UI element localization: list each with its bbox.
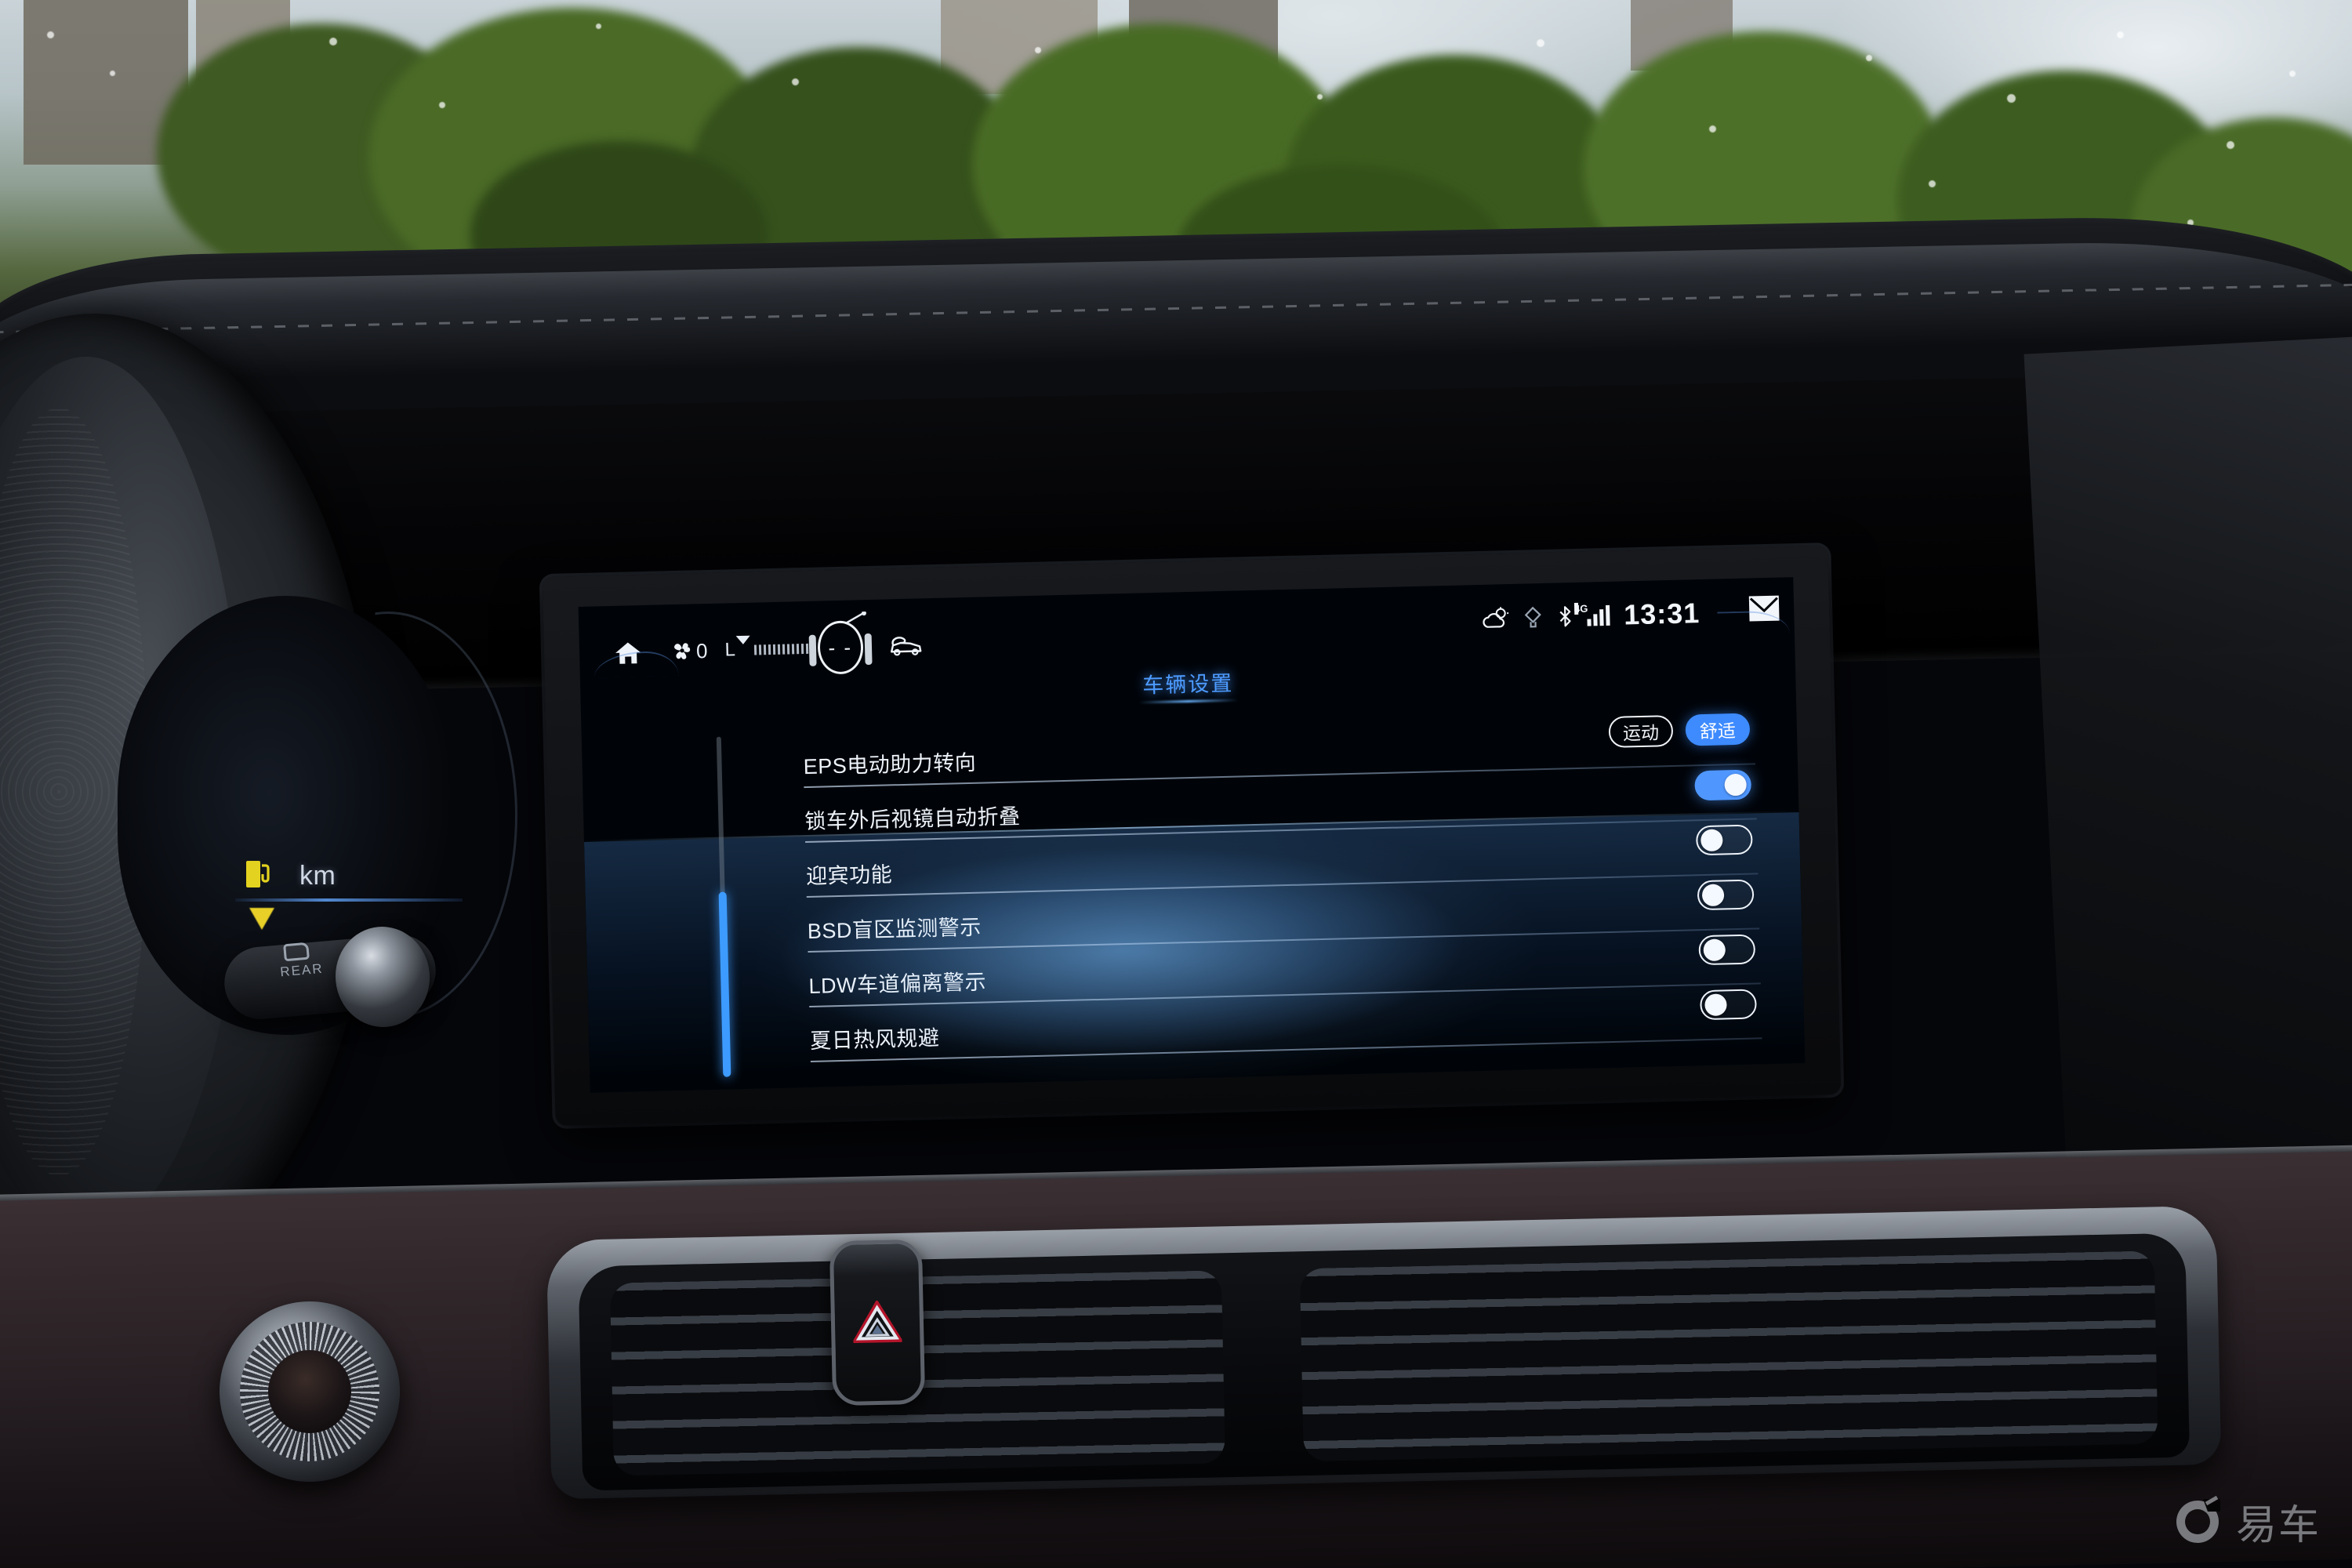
fan-speed-value: 0: [695, 638, 708, 662]
watermark-text: 易车: [2235, 1503, 2321, 1548]
air-recirculation-icon[interactable]: [886, 633, 924, 658]
vent-inner-housing: [578, 1232, 2190, 1491]
cluster-accent-line: [235, 898, 463, 902]
watermark: 易车: [2172, 1492, 2321, 1551]
segment-option-comfort[interactable]: 舒适: [1685, 713, 1751, 746]
mail-icon: [1748, 595, 1780, 622]
setting-toggle[interactable]: [1694, 769, 1752, 801]
toggle-switch[interactable]: [1700, 989, 1757, 1021]
segmented-control[interactable]: 运动 舒适: [1608, 713, 1751, 748]
temperature-ticks[interactable]: [735, 635, 809, 655]
network-type-label: 4G: [1573, 602, 1588, 615]
center-air-vents: [546, 1205, 2222, 1500]
toggle-switch[interactable]: [1698, 934, 1756, 966]
status-icons: 4G 13:31: [1482, 597, 1700, 635]
right-door-trim: [2024, 336, 2352, 1216]
fuel-pump-icon: [246, 861, 270, 887]
toggle-knob: [1700, 829, 1723, 852]
toggle-knob: [1703, 938, 1726, 962]
clock: 13:31: [1623, 597, 1700, 631]
toggle-knob: [1724, 773, 1747, 797]
temperature-dial[interactable]: - -: [817, 612, 866, 675]
page-title-underline: [1138, 699, 1238, 704]
warning-triangle-icon: [249, 908, 274, 930]
vent-slats-right[interactable]: [1299, 1250, 2158, 1462]
car-interior-photo: km REAR 0 L - - 4G 13:31 车辆设置 EPS电动助力转向 …: [0, 0, 2352, 1568]
toggle-switch[interactable]: [1697, 879, 1755, 911]
toggle-switch[interactable]: [1694, 769, 1752, 801]
volume-knob[interactable]: [220, 1301, 400, 1482]
usb-icon: [1524, 606, 1541, 628]
rear-wiper-icon: [283, 942, 310, 962]
row-divider: [810, 1037, 1762, 1062]
segment-option-sport[interactable]: 运动: [1608, 714, 1674, 748]
home-button[interactable]: [597, 630, 658, 677]
setting-toggle[interactable]: [1698, 934, 1756, 966]
settings-list: EPS电动助力转向 运动 舒适 锁车外后视镜自动折叠 迎宾功能 BSD盲区监测警…: [735, 710, 1762, 1064]
list-scrollbar-thumb[interactable]: [718, 891, 731, 1077]
toggle-knob: [1704, 993, 1727, 1017]
temp-side-label: L: [724, 639, 736, 661]
volume-knob-face: [268, 1350, 351, 1433]
distance-unit-label: km: [299, 861, 336, 891]
dial-antenna-icon: [845, 612, 866, 624]
mail-button[interactable]: [1748, 595, 1780, 622]
yiche-logo-icon: [2176, 1495, 2220, 1543]
hazard-button[interactable]: [829, 1239, 926, 1406]
setting-toggle[interactable]: [1695, 824, 1753, 856]
setting-label: 夏日热风规避: [809, 1025, 940, 1053]
quick-nav-bar: 0 L - -: [597, 612, 924, 680]
fan-speed-control[interactable]: 0: [670, 639, 708, 664]
bluetooth-icon: [1559, 606, 1571, 627]
setting-label: 迎宾功能: [805, 862, 893, 889]
toggle-switch[interactable]: [1695, 824, 1753, 856]
toggle-knob: [1701, 884, 1725, 907]
setting-toggle[interactable]: [1697, 879, 1755, 911]
setting-toggle[interactable]: [1700, 989, 1757, 1021]
hazard-triangle-icon: [852, 1300, 902, 1344]
infotainment-screen[interactable]: 0 L - - 4G 13:31 车辆设置 EPS电动助力转向 运动 舒适 锁车…: [578, 577, 1806, 1093]
temperature-dial-value: - -: [828, 635, 853, 659]
fan-icon: [674, 643, 691, 659]
temperature-marker-icon: [735, 635, 750, 644]
signal-icon: 4G: [1573, 603, 1610, 626]
home-icon: [615, 642, 641, 664]
weather-icon: [1483, 607, 1509, 628]
